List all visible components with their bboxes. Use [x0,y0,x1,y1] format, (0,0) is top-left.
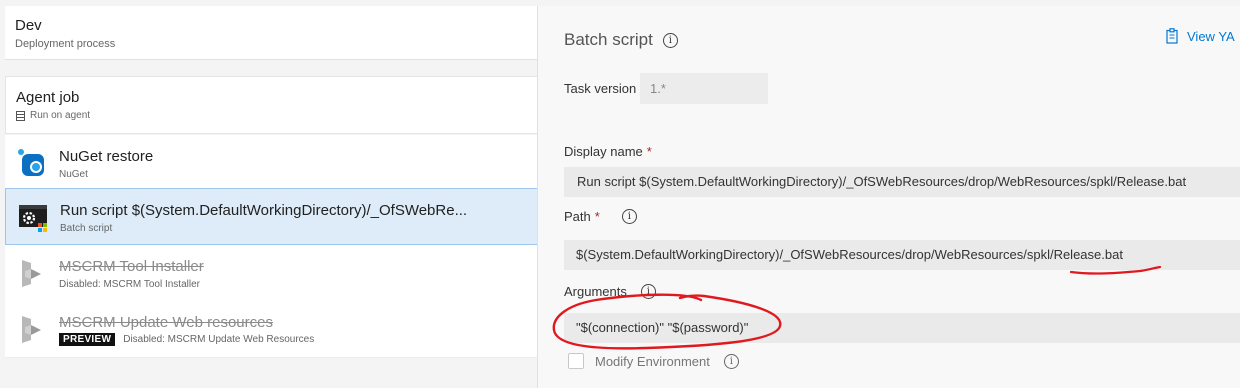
details-title-text: Batch script [564,30,653,49]
task-subtitle: NuGet [59,169,88,180]
info-icon[interactable]: i [723,354,739,369]
modify-environment-label: Modify Environment [595,354,710,369]
info-icon[interactable]: i [640,284,656,299]
task-version-label-text: Task version [564,81,637,96]
task-version-label: Task version [564,81,636,96]
arguments-input[interactable]: "$(connection)" "$(password)" [564,313,1240,343]
stage-header[interactable]: Dev Deployment process [5,6,538,60]
view-yaml-label: View YA [1187,28,1235,44]
task-name: MSCRM Update Web resources [59,314,273,331]
info-icon[interactable]: i [621,209,637,224]
task-mscrm-tool-installer[interactable]: MSCRM Tool Installer Disabled: MSCRM Too… [5,245,538,302]
required-mark: * [594,209,600,224]
task-name: NuGet restore [59,148,154,165]
agent-job-subtitle-text: Run on agent [30,110,91,121]
agent-job-subtitle: Run on agent [16,110,90,121]
task-name: Run script $(System.DefaultWorkingDirect… [60,202,468,219]
dynamics-icon [17,314,47,344]
modify-environment-checkbox[interactable] [568,353,584,369]
agent-job-title: Agent job [16,89,80,106]
dynamics-icon [17,258,47,288]
path-input[interactable]: $(System.DefaultWorkingDirectory)/_OfSWe… [564,240,1240,270]
task-mscrm-update-web-resources[interactable]: MSCRM Update Web resources PREVIEW Disabl… [5,301,538,358]
task-name: MSCRM Tool Installer [59,258,204,275]
display-name-input[interactable]: Run script $(System.DefaultWorkingDirect… [564,167,1240,197]
path-label: Path * i [564,209,637,224]
modify-environment-row: Modify Environment i [595,354,739,369]
task-subtitle-row: PREVIEW Disabled: MSCRM Update Web Resour… [59,333,314,346]
view-yaml-link[interactable]: View YA [1166,28,1235,44]
task-version-select[interactable]: 1.* [640,73,768,104]
batch-script-icon [18,202,48,232]
stage-subtitle: Deployment process [15,38,116,50]
display-name-label-text: Display name [564,144,643,159]
task-details-panel: Batch script i View YA Task version 1.* … [538,6,1240,388]
task-subtitle: Disabled: MSCRM Tool Installer [59,279,200,290]
task-subtitle: Disabled: MSCRM Update Web Resources [123,334,315,345]
info-icon[interactable]: i [662,32,678,48]
display-name-label: Display name * [564,144,652,159]
task-subtitle: Batch script [60,223,113,234]
path-label-text: Path [564,209,591,224]
arguments-label: Arguments i [564,284,656,299]
task-run-script[interactable]: Run script $(System.DefaultWorkingDirect… [5,188,538,245]
arguments-label-text: Arguments [564,284,627,299]
required-mark: * [646,144,652,159]
pipeline-tasks-panel: Dev Deployment process Agent job Run on … [0,6,538,388]
details-title: Batch script i [564,30,678,50]
clipboard-icon [1166,28,1178,44]
task-nuget-restore[interactable]: NuGet restore NuGet [5,135,538,192]
nuget-icon [17,148,47,178]
preview-badge: PREVIEW [59,333,116,346]
agent-job[interactable]: Agent job Run on agent [5,76,538,134]
stage-title: Dev [15,17,42,34]
server-icon [16,110,25,121]
